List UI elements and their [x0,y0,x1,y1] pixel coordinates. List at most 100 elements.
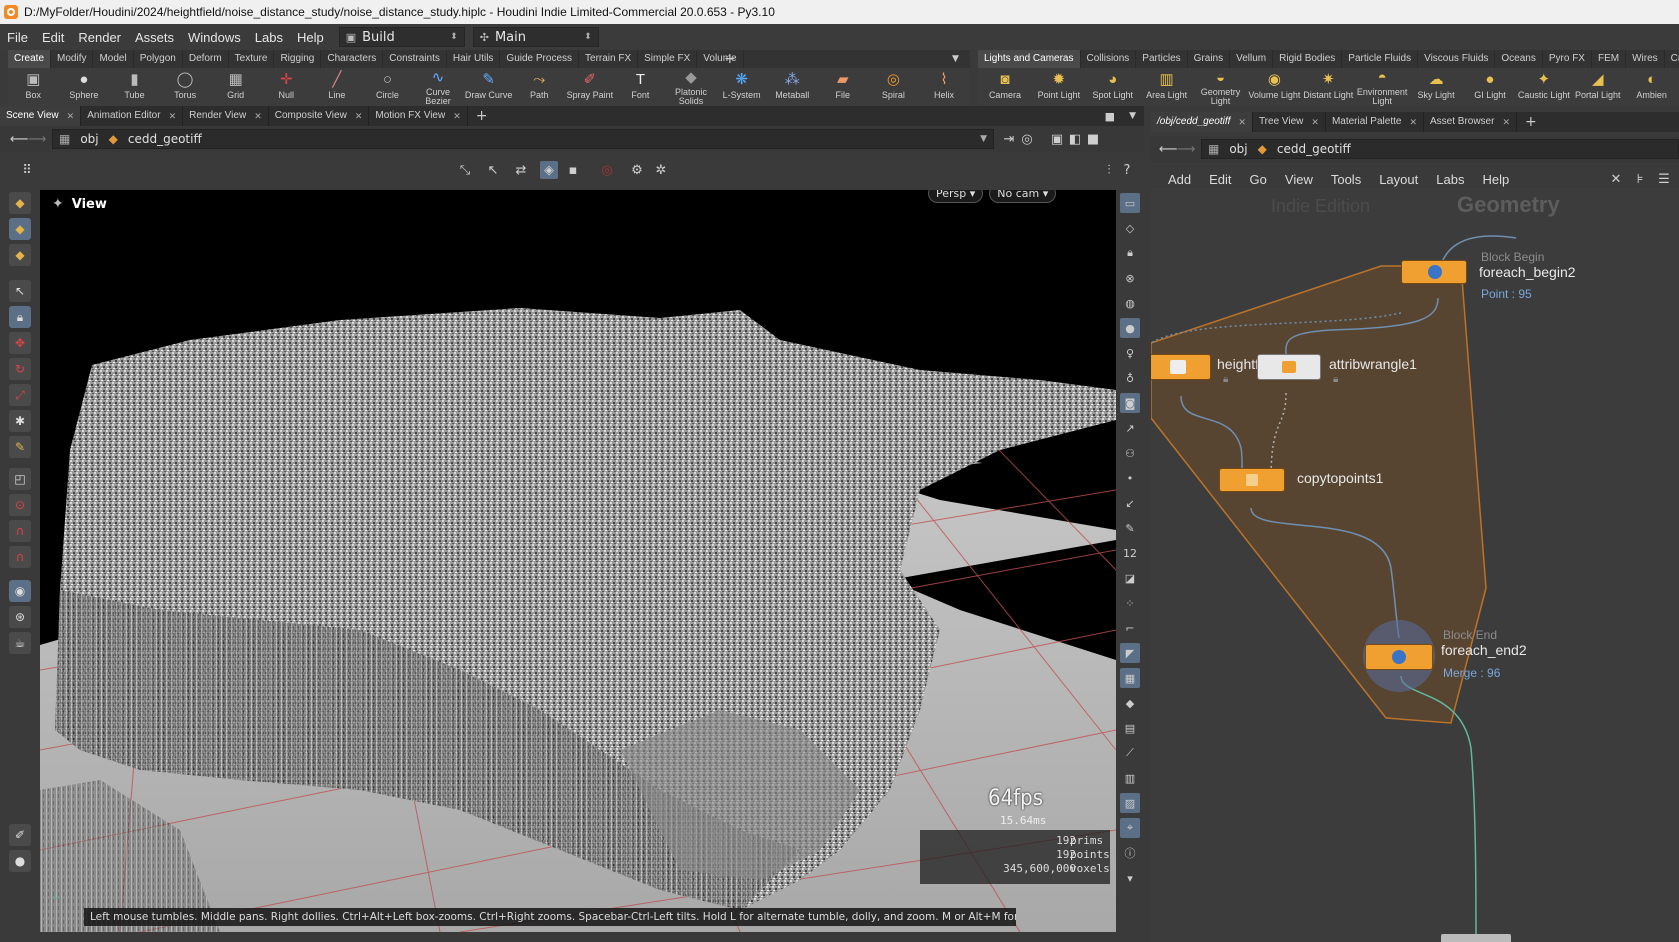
shading-icon[interactable]: ◧ [1066,130,1084,148]
shelf-tool-spot-light[interactable]: ◕ Spot Light [1086,68,1140,106]
shelf-tab[interactable]: Crowds [1665,50,1679,68]
shelf-tab[interactable]: Characters [321,50,384,68]
pin-view-icon[interactable]: ⌖ [1120,818,1140,838]
display-toggle-icon[interactable]: ▭ [1120,193,1140,213]
select-mode-icon[interactable]: ⤡ [456,161,474,179]
menu-go[interactable]: Go [1241,172,1276,187]
tab-composite-view[interactable]: Composite View ✕ [269,106,370,126]
shelf-tab[interactable]: Volume [697,50,744,68]
add-tab-icon[interactable]: + [1517,114,1545,130]
shelf-tool-distant-light[interactable]: ✷ Distant Light [1301,68,1355,106]
shelf-tab[interactable]: Texture [229,50,275,68]
close-icon[interactable]: ✕ [169,106,177,126]
sphere-bottom-icon[interactable]: ● [9,850,31,872]
shelf-tool-box[interactable]: ▣ Box [8,68,59,106]
close-icon[interactable]: ✕ [1311,112,1319,132]
forward-arrow-icon[interactable]: ⟶ [28,130,47,148]
edge-icon[interactable]: ↙ [1120,493,1140,513]
menu-layout[interactable]: Layout [1370,172,1427,187]
bone-icon[interactable]: ⟋ [1120,743,1140,763]
ghost-icon[interactable]: ◍ [1120,293,1140,313]
headlight-icon[interactable]: ♁ [1120,368,1140,388]
camera-tool-icon[interactable]: ◉ [9,580,31,602]
shelf-tab[interactable]: Wires [1626,50,1665,68]
shelf-tool-ambient-light[interactable]: ◐ Ambien [1625,68,1679,106]
menu-labs[interactable]: Labs [1427,172,1473,187]
shelf-tab[interactable]: FEM [1592,50,1627,68]
close-icon[interactable]: ✕ [1238,112,1246,132]
back-arrow-icon[interactable]: ⟵ [1159,140,1178,158]
shelf-tab[interactable]: Viscous Fluids [1418,50,1496,68]
tab-network-editor[interactable]: /obj/cedd_geotiff ✕ [1151,112,1253,132]
node-name-label[interactable]: foreach_end2 [1441,642,1527,658]
orbit-icon[interactable]: ⊛ [9,606,31,628]
shelf-tab[interactable]: Pyro FX [1543,50,1592,68]
uv-icon[interactable]: ◤ [1120,643,1140,663]
display-options-icon[interactable]: ▣ [1048,130,1066,148]
snapshot-icon[interactable]: ■ [1084,130,1102,148]
record-icon[interactable]: ◎ [598,161,616,179]
forward-arrow-icon[interactable]: ⟶ [1177,140,1196,158]
shelf-tab[interactable]: Create [8,50,52,68]
view-menu-icon[interactable]: ✦ [52,196,64,212]
path-node[interactable]: cedd_geotiff [1277,142,1351,156]
pencil-icon[interactable]: ✎ [1120,518,1140,538]
menu-labs[interactable]: Labs [248,30,290,45]
image-icon[interactable]: ▤ [1120,718,1140,738]
menu-render[interactable]: Render [71,30,128,45]
shelf-tool-sphere[interactable]: ● Sphere [59,68,110,106]
light-bulb-icon[interactable]: ♀ [1120,343,1140,363]
shelf-tool-volume-light[interactable]: ◉ Volume Light [1247,68,1301,106]
reset-icon[interactable]: ⊗ [1120,268,1140,288]
close-icon[interactable]: ✕ [67,106,75,126]
node-name-label[interactable]: attribwrangle1 [1329,356,1417,372]
menu-add[interactable]: Add [1159,172,1200,187]
network-path-field[interactable]: ▦ obj ◆ cedd_geotiff [1201,139,1679,159]
magnet-icon[interactable]: ∩ [9,520,31,542]
paint-bucket-icon[interactable]: ◪ [1120,568,1140,588]
viewport-title[interactable]: View [72,197,107,212]
shelf-tab[interactable]: Collisions [1081,50,1137,68]
close-icon[interactable]: ✕ [355,106,363,126]
pose-icon[interactable]: ✱ [9,410,31,432]
camera-view-icon[interactable]: ◙ [1120,393,1140,413]
shelf-tool-file[interactable]: ▰ File [818,68,869,106]
scale-icon[interactable]: ⤢ [9,384,31,406]
tab-material-palette[interactable]: Material Palette ✕ [1326,112,1424,132]
lasso-icon[interactable]: ⊙ [9,494,31,516]
paint-tool-icon[interactable]: ◆ [9,244,31,266]
add-tab-icon[interactable]: + [468,108,496,124]
close-icon[interactable]: ✕ [1502,112,1510,132]
shelf-tool-sky-light[interactable]: ☁ Sky Light [1409,68,1463,106]
corner-icon[interactable]: ⌐ [1120,618,1140,638]
point-icon[interactable]: • [1120,468,1140,488]
list-icon[interactable]: ☰ [1655,170,1673,188]
lock-icon[interactable]: 🔒︎ [9,306,31,328]
view-icon[interactable]: ◰ [9,468,31,490]
persp-menu[interactable]: Persp ▾ [928,190,984,203]
move-icon[interactable]: ✥ [9,332,31,354]
shelf-tab[interactable]: Rigging [274,50,322,68]
shelf-tool-portal-light[interactable]: ◢ Portal Light [1571,68,1625,106]
close-icon[interactable]: ✕ [453,106,461,126]
shelf-tool-spiral[interactable]: ◎ Spiral [868,68,919,106]
shelf-tool-spray-paint[interactable]: ✐ Spray Paint [565,68,616,106]
settings-icon[interactable]: ✲ [652,161,670,179]
pin-icon[interactable]: ⇥ [1000,130,1018,148]
shelf-tab[interactable]: Deform [183,50,229,68]
shelf-tab[interactable]: Guide Process [500,50,580,68]
desktop-selector[interactable]: ▣ Build ⬍ [338,27,465,47]
shelf-tool-torus[interactable]: ◯ Torus [160,68,211,106]
diamond-icon[interactable]: ◆ [1120,693,1140,713]
shelf-tab[interactable]: Simple FX [638,50,698,68]
snap-tool-icon[interactable]: ◆ [9,218,31,240]
shelf-tool-curve-bezier[interactable]: ∿ Curve Bezier [413,68,464,106]
tab-render-view[interactable]: Render View ✕ [183,106,269,126]
guides-icon[interactable]: ⚇ [1120,443,1140,463]
help-icon[interactable]: ? [1118,161,1136,179]
camera-menu[interactable]: No cam ▾ [989,190,1057,203]
shelf-tool-gi-light[interactable]: ● GI Light [1463,68,1517,106]
snapshot-icon[interactable]: ⚙ [628,161,646,179]
shade-icon[interactable]: ● [1120,318,1140,338]
maximize-pane-icon[interactable]: ■ [1099,110,1121,123]
